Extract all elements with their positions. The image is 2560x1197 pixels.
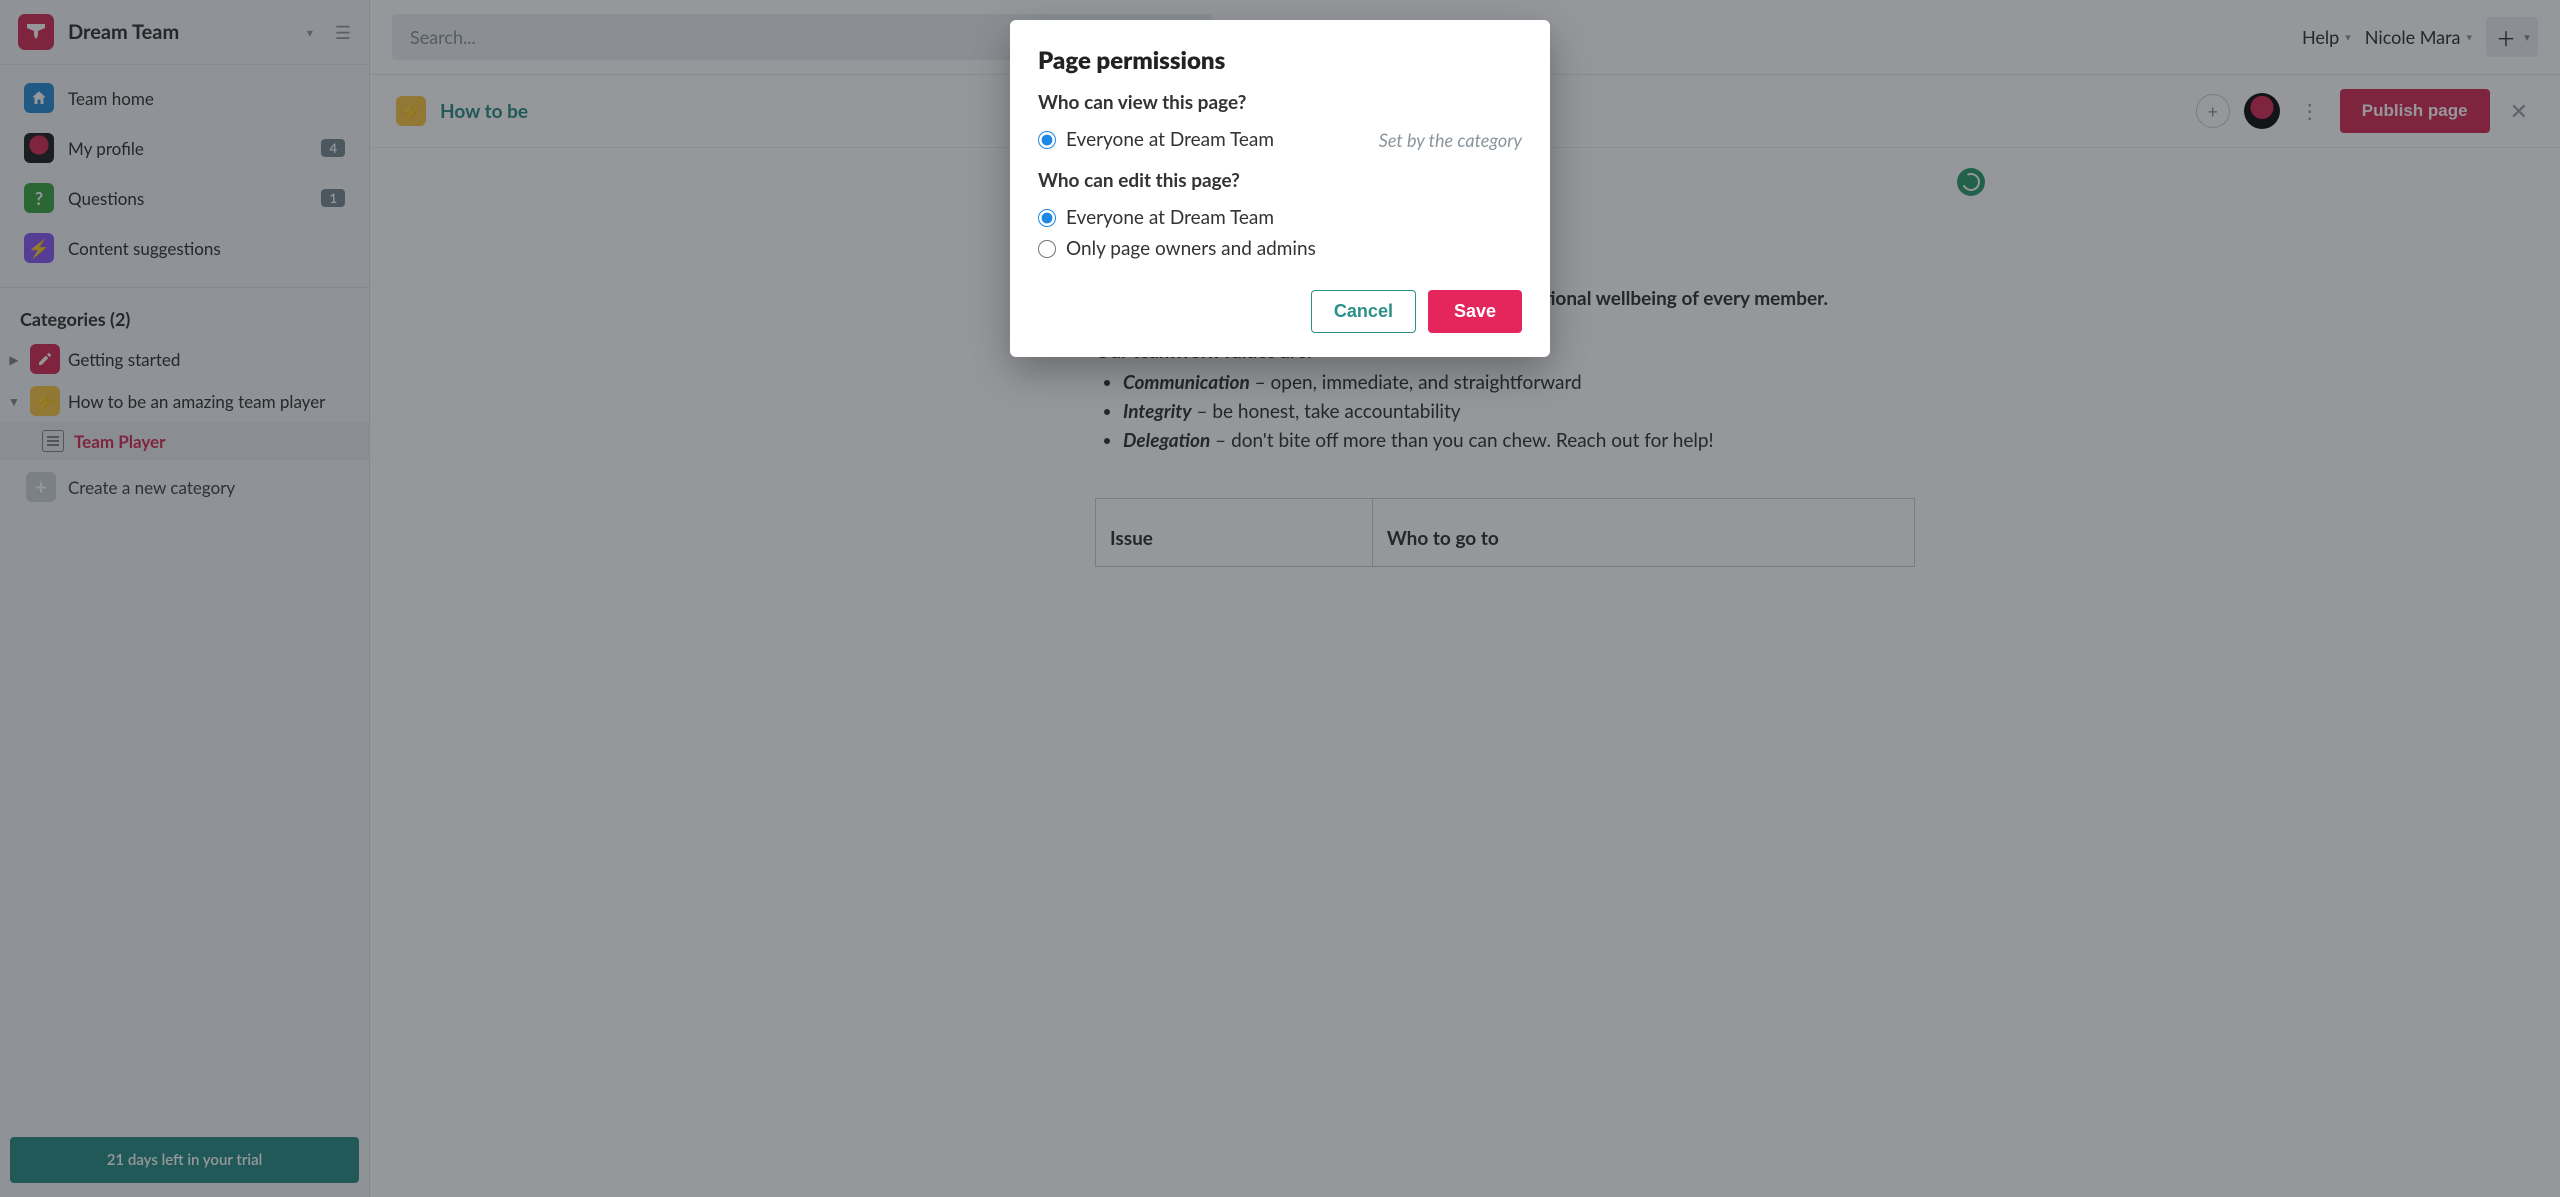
- category-hint: Set by the category: [1349, 129, 1522, 151]
- save-button[interactable]: Save: [1428, 290, 1522, 333]
- edit-permission-question: Who can edit this page?: [1038, 169, 1522, 192]
- option-label: Only page owners and admins: [1066, 237, 1316, 260]
- page-permissions-modal: Page permissions Who can view this page?…: [1010, 20, 1550, 357]
- modal-title: Page permissions: [1038, 46, 1522, 75]
- view-permission-row: Everyone at Dream Team Set by the catego…: [1038, 124, 1522, 155]
- view-permission-question: Who can view this page?: [1038, 91, 1522, 114]
- radio-input[interactable]: [1038, 131, 1056, 149]
- modal-actions: Cancel Save: [1038, 290, 1522, 333]
- view-everyone-option[interactable]: Everyone at Dream Team: [1038, 124, 1274, 155]
- radio-input[interactable]: [1038, 240, 1056, 258]
- radio-input[interactable]: [1038, 209, 1056, 227]
- edit-everyone-option[interactable]: Everyone at Dream Team: [1038, 202, 1522, 233]
- edit-owners-option[interactable]: Only page owners and admins: [1038, 233, 1522, 264]
- option-label: Everyone at Dream Team: [1066, 206, 1274, 229]
- cancel-button[interactable]: Cancel: [1311, 290, 1416, 333]
- modal-overlay[interactable]: Page permissions Who can view this page?…: [0, 0, 2560, 1197]
- option-label: Everyone at Dream Team: [1066, 128, 1274, 151]
